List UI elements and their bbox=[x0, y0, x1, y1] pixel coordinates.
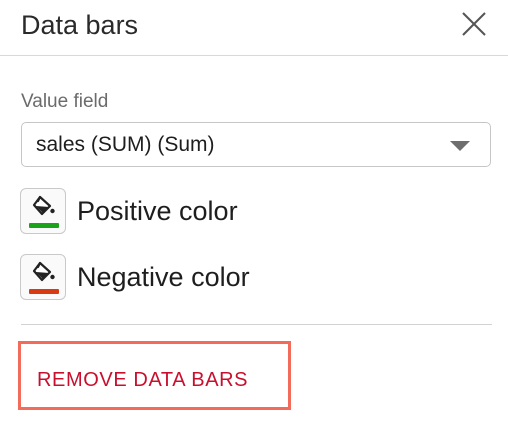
paint-bucket-icon bbox=[32, 261, 55, 282]
panel-title: Data bars bbox=[21, 10, 139, 40]
negative-color-picker-button[interactable] bbox=[20, 254, 66, 300]
paint-bucket-icon bbox=[32, 195, 55, 216]
negative-color-label: Negative color bbox=[77, 262, 250, 292]
negative-color-row[interactable]: Negative color bbox=[20, 254, 320, 302]
chevron-down-icon bbox=[450, 141, 470, 151]
value-field-selected: sales (SUM) (Sum) bbox=[36, 133, 215, 156]
value-field-select[interactable]: sales (SUM) (Sum) bbox=[21, 122, 491, 167]
close-icon bbox=[462, 12, 486, 36]
close-button[interactable] bbox=[460, 10, 488, 38]
data-bars-panel: Data bars Value field sales (SUM) (Sum) … bbox=[0, 0, 508, 430]
value-field-label: Value field bbox=[21, 91, 109, 112]
divider bbox=[21, 324, 492, 325]
remove-data-bars-button[interactable]: REMOVE DATA BARS bbox=[37, 368, 248, 392]
negative-color-swatch bbox=[29, 289, 59, 294]
positive-color-swatch bbox=[29, 223, 59, 228]
positive-color-row[interactable]: Positive color bbox=[20, 188, 320, 236]
positive-color-label: Positive color bbox=[77, 196, 238, 226]
panel-header: Data bars bbox=[0, 0, 508, 56]
positive-color-picker-button[interactable] bbox=[20, 188, 66, 234]
remove-highlight-box: REMOVE DATA BARS bbox=[18, 341, 291, 410]
